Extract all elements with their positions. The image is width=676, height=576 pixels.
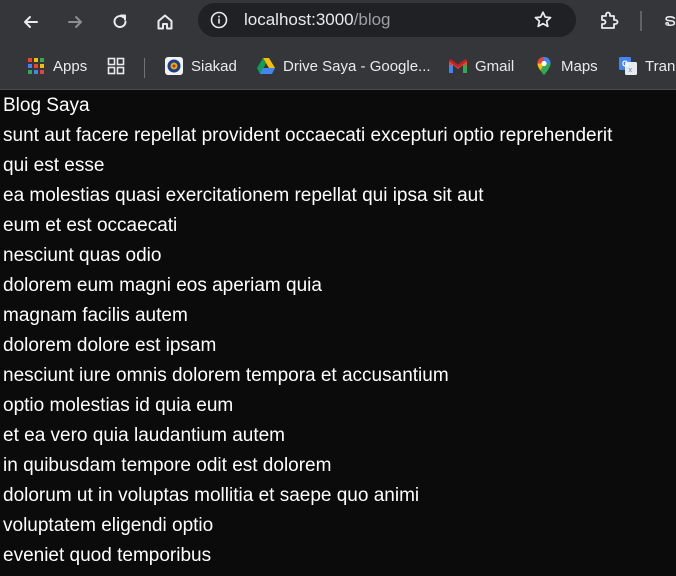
post-title: qui est esse (3, 155, 105, 176)
site-info-icon[interactable] (209, 10, 229, 30)
bookmark-tab-groups[interactable] (106, 54, 133, 78)
bookmark-label: Drive Saya - Google... (283, 57, 431, 75)
gmail-icon (448, 56, 468, 76)
post-title: dolorem eum magni eos aperiam quia (3, 275, 322, 296)
puzzle-icon (601, 11, 619, 29)
siakad-logo-icon (164, 56, 184, 76)
apps-grid-icon (26, 56, 46, 76)
bookmark-star-icon[interactable] (532, 9, 554, 31)
post-title: nesciunt quas odio (3, 245, 162, 266)
arrow-right-icon (68, 16, 82, 28)
back-button[interactable] (16, 7, 46, 37)
bookmark-label: Maps (561, 57, 598, 75)
bookmark-label: Tran (645, 57, 676, 75)
post-title: dolorem dolore est ipsam (3, 335, 217, 356)
google-drive-icon (256, 56, 276, 76)
home-icon (157, 14, 173, 30)
maps-pin-icon (534, 56, 554, 76)
browser-window: localhost:3000/blog ຣ Apps Siakad Drive … (0, 0, 676, 576)
post-title: dolorum ut in voluptas mollitia et saepe… (3, 485, 420, 506)
svg-text:x: x (629, 67, 633, 74)
arrow-left-icon (24, 16, 38, 28)
post-title: voluptatem eligendi optio (3, 515, 214, 536)
svg-text:G: G (622, 60, 628, 69)
bookmark-translate[interactable]: G x Tran (618, 54, 675, 78)
address-bar[interactable]: localhost:3000/blog (198, 3, 576, 37)
post-title: magnam facilis autem (3, 305, 188, 326)
post-title: et ea vero quia laudantium autem (3, 425, 286, 446)
url-path: /blog (353, 10, 391, 29)
bookmark-google-drive[interactable]: Drive Saya - Google... (256, 54, 431, 78)
post-title: nesciunt iure omnis dolorem tempora et a… (3, 365, 449, 386)
bookmark-siakad[interactable]: Siakad (164, 54, 237, 78)
google-translate-icon: G x (618, 56, 638, 76)
home-button[interactable] (150, 7, 180, 37)
profile-icon-partial[interactable]: ຣ (664, 10, 676, 31)
bookmarks-bar: Apps Siakad Drive Saya - Google... Gmail… (0, 44, 676, 90)
bookmarks-separator (144, 58, 145, 78)
bookmark-apps[interactable]: Apps (26, 54, 87, 78)
browser-toolbar: localhost:3000/blog ຣ (0, 0, 676, 44)
extensions-button[interactable] (596, 8, 622, 34)
post-title: sunt aut facere repellat provident occae… (3, 125, 613, 146)
page-content: Blog Saya sunt aut facere repellat provi… (0, 91, 676, 576)
post-title: eveniet quod temporibus (3, 545, 212, 566)
post-title: optio molestias id quia eum (3, 395, 234, 416)
bookmark-gmail[interactable]: Gmail (448, 54, 514, 78)
post-title: in quibusdam tempore odit est dolorem (3, 455, 332, 476)
reload-button[interactable] (105, 7, 135, 37)
forward-button[interactable] (60, 7, 90, 37)
bookmark-label: Siakad (191, 57, 237, 75)
reload-icon (113, 14, 127, 29)
bookmark-maps[interactable]: Maps (534, 54, 598, 78)
url-host: localhost:3000 (244, 10, 354, 29)
page-title: Blog Saya (3, 95, 90, 116)
bookmark-label: Gmail (475, 57, 515, 75)
bookmark-label: Apps (53, 57, 88, 75)
post-title: ea molestias quasi exercitationem repell… (3, 185, 484, 206)
url-text: localhost:3000/blog (244, 10, 391, 30)
post-title: eum et est occaecati (3, 215, 178, 236)
toolbar-divider (640, 11, 642, 31)
tab-groups-icon (106, 56, 126, 76)
